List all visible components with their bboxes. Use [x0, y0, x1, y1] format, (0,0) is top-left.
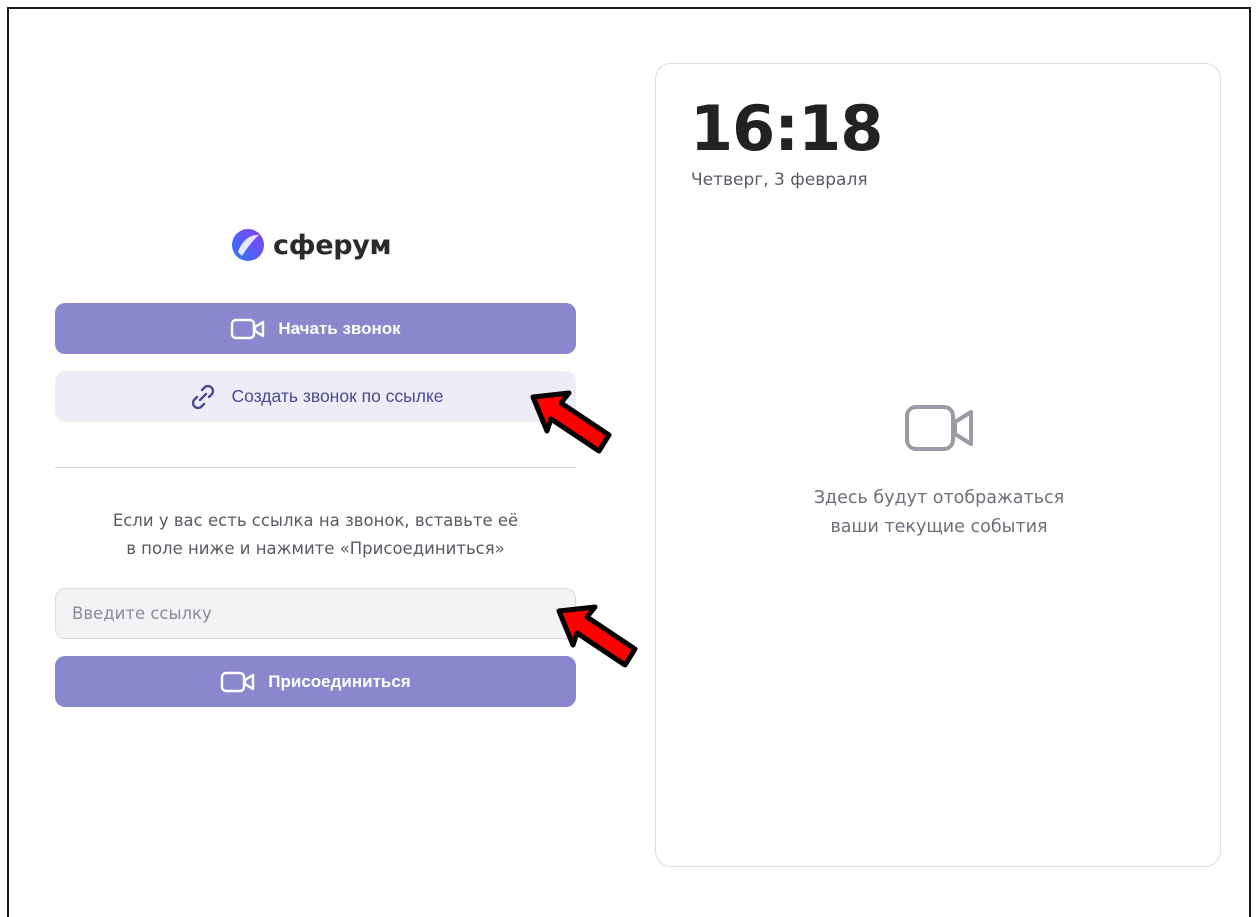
create-link-call-label: Создать звонок по ссылке	[231, 386, 444, 406]
join-hint-line-1: Если у вас есть ссылка на звонок, вставь…	[112, 511, 519, 530]
create-link-call-button[interactable]: Создать звонок по ссылке	[55, 371, 576, 422]
empty-events-line-1: Здесь будут отображаться	[813, 488, 1065, 508]
join-button[interactable]: Присоединиться	[55, 656, 576, 707]
video-camera-icon	[221, 671, 255, 692]
events-panel: 16:18 Четверг, 3 февраля Здесь будут ото…	[655, 63, 1221, 867]
video-camera-icon	[905, 405, 973, 451]
current-time: 16:18	[690, 92, 883, 165]
brand-name: сферум	[273, 229, 392, 261]
start-call-label: Начать звонок	[278, 318, 401, 338]
brand-logo: сферум	[231, 227, 392, 263]
empty-events-message: Здесь будут отображаться ваши текущие со…	[656, 484, 1222, 542]
video-camera-icon	[231, 318, 265, 339]
app-window: сферум Начать звонок Создать звонок по с…	[7, 7, 1251, 917]
current-date: Четверг, 3 февраля	[691, 170, 868, 190]
start-call-button[interactable]: Начать звонок	[55, 303, 576, 354]
section-divider	[55, 467, 576, 468]
join-hint-line-2: в поле ниже и нажмите «Присоединиться»	[126, 539, 505, 558]
empty-events-line-2: ваши текущие события	[830, 517, 1048, 537]
sferum-logo-icon	[232, 229, 264, 261]
join-label: Присоединиться	[268, 671, 411, 691]
join-hint: Если у вас есть ссылка на звонок, вставь…	[55, 507, 576, 563]
red-arrow-icon	[530, 390, 612, 454]
link-icon	[192, 384, 215, 409]
call-link-input[interactable]	[55, 588, 576, 639]
